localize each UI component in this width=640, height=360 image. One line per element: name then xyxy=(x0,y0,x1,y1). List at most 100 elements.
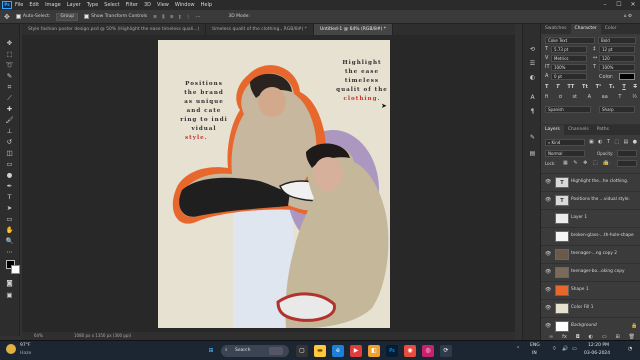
layer-row[interactable]: 👁 T Positions the ...vidual style. xyxy=(541,191,640,208)
options-right-icons[interactable]: ⌂ ⚙ xyxy=(624,14,632,19)
clock-date[interactable]: 03-06-2024 xyxy=(584,351,610,356)
media-app-icon[interactable]: ▶ xyxy=(350,345,362,357)
battery-icon[interactable]: ▭ xyxy=(572,346,577,352)
chrome-icon[interactable]: ◉ xyxy=(404,345,416,357)
eye-icon[interactable]: 👁 xyxy=(545,323,551,329)
more-tools-icon[interactable]: ⋯ xyxy=(4,247,15,257)
align-icons[interactable]: ≡ ⫼ ≡ ⫾ ⋮ ⋯ xyxy=(153,14,202,20)
quick-mask-icon[interactable]: ◙ xyxy=(4,278,15,288)
all-caps-button[interactable]: TT xyxy=(567,84,574,90)
tab-style-fashion-poster[interactable]: Style fashion poster design.psd @ 50% (H… xyxy=(22,24,207,35)
marquee-tool-icon[interactable]: ⬚ xyxy=(4,49,15,59)
tracking-field[interactable]: 120 xyxy=(599,55,635,62)
layer-row[interactable]: 👁 Background 🔒 xyxy=(541,317,640,334)
document-info[interactable]: 1080 px x 1350 px (300 ppi) xyxy=(74,332,131,340)
windows-start-icon[interactable]: ⊞ xyxy=(205,345,217,357)
filter-shape-icon[interactable]: ⬚ xyxy=(614,139,619,145)
zoom-tool-icon[interactable]: 🔍 xyxy=(4,236,15,246)
layer-row[interactable]: 👁 Shape 1 xyxy=(541,281,640,298)
crop-tool-icon[interactable]: ⌗ xyxy=(4,82,15,92)
menu-layer[interactable]: Layer xyxy=(67,2,81,8)
font-family-select[interactable]: Coke Text xyxy=(545,37,595,44)
task-view-icon[interactable]: ▢ xyxy=(296,345,308,357)
wifi-icon[interactable]: ⌔ xyxy=(552,346,557,352)
small-caps-button[interactable]: Tt xyxy=(582,84,588,90)
eye-icon[interactable]: 👁 xyxy=(545,305,551,311)
antialias-select[interactable]: Sharp xyxy=(599,106,635,113)
adjustments-panel-icon[interactable]: ◐ xyxy=(528,74,537,82)
tab-timeless-quality[interactable]: timeless qualit of the clothing., RGB/8#… xyxy=(206,24,314,35)
menu-select[interactable]: Select xyxy=(104,2,119,8)
subscript-button[interactable]: T₁ xyxy=(609,84,615,90)
history-brush-tool-icon[interactable]: ↺ xyxy=(4,137,15,147)
close-button[interactable]: ✕ xyxy=(626,0,640,10)
taskbar-search-box[interactable]: ⌕ Search xyxy=(221,345,289,357)
brush-panel-icon[interactable]: ✎ xyxy=(528,134,537,142)
screen-mode-icon[interactable]: ▣ xyxy=(4,290,15,300)
weather-temp[interactable]: 97°F xyxy=(20,343,31,348)
fill-field[interactable] xyxy=(617,160,637,167)
volume-icon[interactable]: 🔊 xyxy=(562,346,568,352)
input-region[interactable]: IN xyxy=(532,351,537,356)
zoom-level[interactable]: 64% xyxy=(34,332,74,340)
minimize-button[interactable]: – xyxy=(598,0,612,10)
history-panel-icon[interactable]: ⟲ xyxy=(528,46,537,54)
layer-row[interactable]: 👁 Color Fill 1 xyxy=(541,299,640,316)
layer-row[interactable]: 👁 teenager-...ng copy 2 xyxy=(541,245,640,262)
kerning-field[interactable]: Metrics xyxy=(551,55,587,62)
filter-pixel-icon[interactable]: ▣ xyxy=(589,139,594,145)
font-style-select[interactable]: Bold xyxy=(598,37,636,44)
eye-icon[interactable]: 👁 xyxy=(545,269,551,275)
language-select[interactable]: Spanish xyxy=(545,106,591,113)
filter-adjust-icon[interactable]: ◐ xyxy=(598,139,602,145)
weather-icon[interactable] xyxy=(6,344,16,354)
ordinal-icon[interactable]: ơ xyxy=(559,94,562,100)
baseline-field[interactable]: 0 pt xyxy=(551,73,587,80)
text-color-swatch[interactable] xyxy=(619,73,635,80)
app-icon[interactable]: ◎ xyxy=(422,345,434,357)
leading-field[interactable]: 12 pt xyxy=(599,46,635,53)
menu-file[interactable]: File xyxy=(15,2,23,8)
blend-mode-select[interactable]: Normal xyxy=(545,150,585,157)
eye-icon[interactable]: 👁 xyxy=(545,197,551,203)
path-select-tool-icon[interactable]: ➤ xyxy=(4,203,15,213)
menu-filter[interactable]: Filter xyxy=(126,2,138,8)
tab-channels[interactable]: Channels xyxy=(564,125,593,135)
hand-tool-icon[interactable]: ✋ xyxy=(4,225,15,235)
move-tool-icon[interactable]: ✥ xyxy=(4,38,15,48)
file-explorer-icon[interactable]: ▬ xyxy=(314,345,326,357)
lasso-tool-icon[interactable]: ➰ xyxy=(4,60,15,70)
photoshop-taskbar-icon[interactable]: Ps xyxy=(386,345,398,357)
layer-row[interactable]: 👁 teenager-bo...oking copy xyxy=(541,263,640,280)
quick-select-tool-icon[interactable]: ✎ xyxy=(4,71,15,81)
menu-type[interactable]: Type xyxy=(87,2,98,8)
menu-window[interactable]: Window xyxy=(175,2,195,8)
eye-icon[interactable]: 👁 xyxy=(545,287,551,293)
poster-left-text[interactable]: Positions the brand as unique and cate r… xyxy=(176,80,232,143)
fractions-icon[interactable]: ½ xyxy=(632,94,637,100)
layer-row[interactable]: broken-glass-...th-hole-shape xyxy=(541,227,640,244)
layer-filter-kind-select[interactable]: ⌕ Kind xyxy=(545,139,585,146)
menu-edit[interactable]: Edit xyxy=(29,2,39,8)
store-icon[interactable]: ◧ xyxy=(368,345,380,357)
faux-bold-button[interactable]: T xyxy=(545,84,548,90)
eyedropper-tool-icon[interactable]: ⟋ xyxy=(4,93,15,103)
menu-help[interactable]: Help xyxy=(201,2,212,8)
horizontal-scale-field[interactable]: 100% xyxy=(599,64,635,71)
eye-icon[interactable]: 👁 xyxy=(545,251,551,257)
filter-type-icon[interactable]: T xyxy=(607,139,610,145)
gradient-tool-icon[interactable]: ▭ xyxy=(4,159,15,169)
opacity-field[interactable] xyxy=(617,150,637,157)
faux-italic-button[interactable]: T xyxy=(556,84,559,90)
libraries-panel-icon[interactable]: ▤ xyxy=(528,150,537,158)
shape-tool-icon[interactable]: ▭ xyxy=(4,214,15,224)
vertical-scale-field[interactable]: 100% xyxy=(551,64,587,71)
input-language[interactable]: ENG xyxy=(530,343,540,348)
eraser-tool-icon[interactable]: ◫ xyxy=(4,148,15,158)
tab-swatches[interactable]: Swatches xyxy=(541,24,571,34)
pen-tool-icon[interactable]: ✒ xyxy=(4,181,15,191)
filter-toggle-icon[interactable]: ● xyxy=(633,139,637,145)
auto-select-checkbox[interactable] xyxy=(15,14,21,19)
swash-icon[interactable]: st xyxy=(572,94,577,100)
poster-right-text[interactable]: Highlight the ease timeless qualit of th… xyxy=(336,59,388,104)
